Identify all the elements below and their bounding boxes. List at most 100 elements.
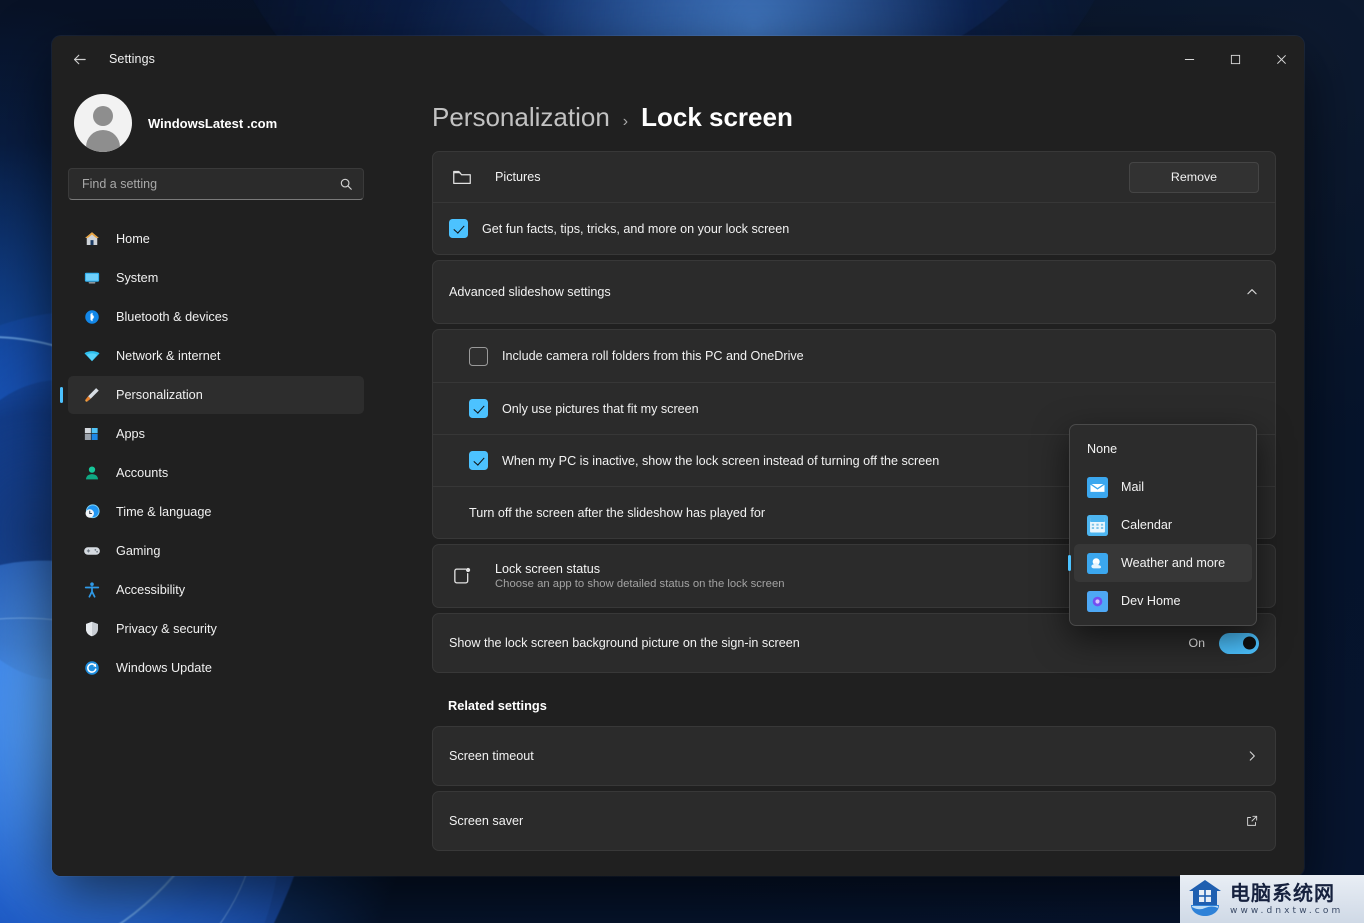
breadcrumb-parent-link[interactable]: Personalization (432, 102, 610, 133)
sidebar-item-label: Accessibility (116, 583, 186, 597)
dropdown-item-none[interactable]: None (1074, 430, 1252, 468)
sidebar-item-apps[interactable]: Apps (68, 415, 364, 453)
dev-home-app-icon (1087, 590, 1108, 612)
window-title: Settings (109, 52, 155, 66)
signin-background-toggle[interactable] (1219, 632, 1259, 654)
screen-timeout-actions (1245, 749, 1259, 763)
fun-facts-checkbox[interactable] (449, 219, 468, 238)
back-arrow-icon (73, 54, 86, 64)
dropdown-item-calendar[interactable]: Calendar (1074, 506, 1252, 544)
maximize-button[interactable] (1212, 36, 1258, 82)
sidebar-item-label: Home (116, 232, 150, 246)
system-icon (82, 268, 102, 288)
sidebar-item-label: Apps (116, 427, 145, 441)
fit-screen-label: Only use pictures that fit my screen (502, 401, 699, 416)
sidebar-item-gaming[interactable]: Gaming (68, 532, 364, 570)
advanced-slideshow-expander[interactable]: Advanced slideshow settings (433, 261, 1275, 323)
screen-timeout-row[interactable]: Screen timeout (433, 727, 1275, 785)
search-box[interactable] (68, 168, 364, 200)
sidebar-item-label: Time & language (116, 505, 212, 519)
time-language-icon (82, 502, 102, 522)
chevron-right-icon (1245, 749, 1259, 763)
folder-icon (449, 164, 475, 190)
turn-off-screen-label: Turn off the screen after the slideshow … (469, 505, 766, 520)
advanced-slideshow-actions (1245, 285, 1259, 299)
network-icon (82, 346, 102, 366)
accounts-icon (82, 463, 102, 483)
windows-update-icon (82, 658, 102, 678)
breadcrumb-separator: › (622, 113, 629, 130)
dropdown-item-label: Calendar (1121, 518, 1173, 532)
personalization-icon (82, 385, 102, 405)
site-watermark: 电脑系统网 www.dnxtw.com (1180, 875, 1364, 923)
dropdown-item-dev-home[interactable]: Dev Home (1074, 582, 1252, 620)
home-icon (82, 229, 102, 249)
sidebar-item-network-internet[interactable]: Network & internet (68, 337, 364, 375)
sidebar-item-label: Windows Update (116, 661, 212, 675)
back-button[interactable] (62, 42, 96, 76)
sidebar: WindowsLatest .com Find a setting Home S… (52, 82, 380, 876)
weather-app-icon (1087, 552, 1108, 574)
fun-facts-row[interactable]: Get fun facts, tips, tricks, and more on… (433, 202, 1275, 254)
sidebar-item-system[interactable]: System (68, 259, 364, 297)
avatar (74, 94, 132, 152)
search-input[interactable] (82, 177, 339, 191)
camera-roll-checkbox[interactable] (469, 346, 488, 366)
watermark-text: 电脑系统网 www.dnxtw.com (1230, 883, 1343, 916)
search-icon (339, 177, 353, 191)
chevron-up-icon[interactable] (1245, 285, 1259, 299)
sidebar-item-accessibility[interactable]: Accessibility (68, 571, 364, 609)
signin-background-label: Show the lock screen background picture … (449, 636, 800, 650)
mail-app-icon (1087, 476, 1108, 498)
dropdown-item-weather-and-more[interactable]: Weather and more (1074, 544, 1252, 582)
close-icon (1276, 54, 1286, 64)
watermark-logo-icon (1186, 877, 1224, 922)
screen-saver-card: Screen saver (432, 791, 1276, 851)
window-controls (1166, 36, 1304, 82)
sidebar-item-label: Gaming (116, 544, 161, 558)
screen-saver-row[interactable]: Screen saver (433, 792, 1275, 850)
remove-button[interactable]: Remove (1129, 161, 1259, 193)
account-name: WindowsLatest .com (148, 115, 278, 131)
pictures-label: Pictures (495, 170, 541, 184)
lock-screen-status-subtitle: Choose an app to show detailed status on… (495, 578, 785, 590)
sidebar-item-home[interactable]: Home (68, 220, 364, 258)
maximize-icon (1230, 54, 1240, 64)
close-button[interactable] (1258, 36, 1304, 82)
watermark-url: www.dnxtw.com (1230, 905, 1344, 916)
shield-icon (82, 619, 102, 639)
minimize-button[interactable] (1166, 36, 1212, 82)
sidebar-item-personalization[interactable]: Personalization (68, 376, 364, 414)
screen-saver-label: Screen saver (449, 814, 524, 828)
external-link-icon (1245, 814, 1259, 828)
sidebar-nav: Home System Bluetooth & devices Network … (68, 220, 364, 687)
minimize-icon (1184, 58, 1194, 60)
dropdown-item-mail[interactable]: Mail (1074, 468, 1252, 506)
sidebar-item-time-language[interactable]: Time & language (68, 493, 364, 531)
pictures-row: Pictures Remove (433, 152, 1275, 202)
sidebar-item-label: Privacy & security (116, 622, 217, 636)
related-settings-heading: Related settings (448, 698, 547, 713)
screen-saver-actions (1245, 814, 1259, 828)
apps-icon (82, 424, 102, 444)
sidebar-item-windows-update[interactable]: Windows Update (68, 649, 364, 687)
advanced-slideshow-label: Advanced slideshow settings (449, 285, 611, 299)
pictures-card: Pictures Remove Get fun facts, tips, tri… (432, 151, 1276, 255)
lock-screen-status-icon (449, 563, 475, 589)
inactive-lock-screen-checkbox[interactable] (469, 451, 488, 470)
sidebar-item-label: Accounts (116, 466, 169, 480)
fit-screen-checkbox[interactable] (469, 399, 488, 418)
dropdown-item-label: None (1087, 442, 1118, 456)
calendar-app-icon (1087, 514, 1108, 536)
fun-facts-label: Get fun facts, tips, tricks, and more on… (482, 221, 790, 236)
bluetooth-icon (82, 307, 102, 327)
sidebar-item-privacy-security[interactable]: Privacy & security (68, 610, 364, 648)
camera-roll-row[interactable]: Include camera roll folders from this PC… (433, 330, 1275, 382)
pictures-row-actions: Remove (1129, 161, 1259, 193)
signin-background-actions: On (1188, 632, 1259, 654)
lock-screen-status-dropdown: None Mail Calendar Weather and more Dev … (1069, 424, 1257, 626)
sidebar-item-bluetooth-devices[interactable]: Bluetooth & devices (68, 298, 364, 336)
sidebar-item-accounts[interactable]: Accounts (68, 454, 364, 492)
account-block[interactable]: WindowsLatest .com (68, 82, 364, 168)
advanced-slideshow-card: Advanced slideshow settings (432, 260, 1276, 324)
